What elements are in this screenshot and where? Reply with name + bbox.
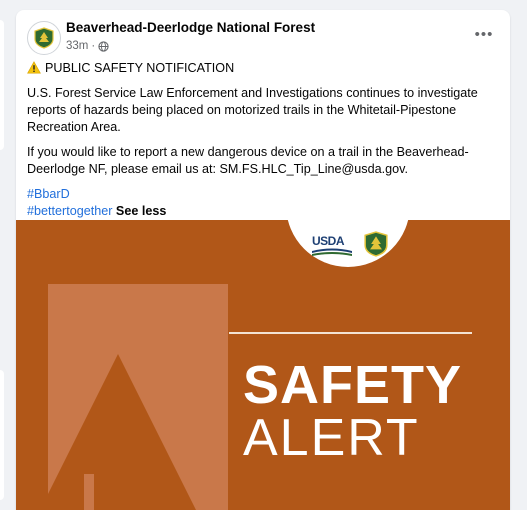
page-name-link[interactable]: Beaverhead-Deerlodge National Forest <box>66 20 315 35</box>
usda-logo-text: USDA <box>312 234 345 248</box>
safety-title: SAFETY <box>243 355 463 415</box>
left-page-edge <box>0 0 6 500</box>
meta-separator: · <box>91 40 96 52</box>
post-image[interactable]: USDA SAFETY ALERT <box>16 220 510 510</box>
post-headline: PUBLIC SAFETY NOTIFICATION <box>45 61 235 75</box>
forest-service-shield-icon <box>34 27 54 49</box>
alert-title: ALERT <box>243 409 420 467</box>
headline-line: PUBLIC SAFETY NOTIFICATION <box>27 60 497 77</box>
see-less-button[interactable]: See less <box>116 204 166 218</box>
post-paragraph-1: U.S. Forest Service Law Enforcement and … <box>27 86 478 134</box>
hashtag-line: #BbarD <box>27 186 497 203</box>
post-timestamp[interactable]: 33m <box>66 40 88 52</box>
facebook-post-card: Beaverhead-Deerlodge National Forest 33m… <box>16 10 510 510</box>
page-avatar[interactable] <box>27 21 61 55</box>
forest-service-shield-icon <box>364 231 388 257</box>
usda-swoosh-icon <box>312 248 352 256</box>
hashtag-bbard[interactable]: #BbarD <box>27 187 70 201</box>
warning-sign-icon <box>27 61 41 74</box>
globe-icon[interactable] <box>98 40 109 52</box>
warning-triangle-icon <box>48 354 196 510</box>
edge-card-fragment <box>0 20 4 150</box>
post-meta: 33m · <box>66 40 109 52</box>
edge-card-fragment <box>0 370 4 500</box>
hashtag-line: #bettertogether See less <box>27 203 497 220</box>
post-options-button[interactable]: ••• <box>470 24 498 44</box>
hashtag-bettertogether[interactable]: #bettertogether <box>27 204 112 218</box>
agency-logo-badge <box>286 220 410 267</box>
ellipsis-icon: ••• <box>474 25 494 43</box>
post-paragraph-2: If you would like to report a new danger… <box>27 145 469 176</box>
post-body: PUBLIC SAFETY NOTIFICATION U.S. Forest S… <box>27 60 497 220</box>
